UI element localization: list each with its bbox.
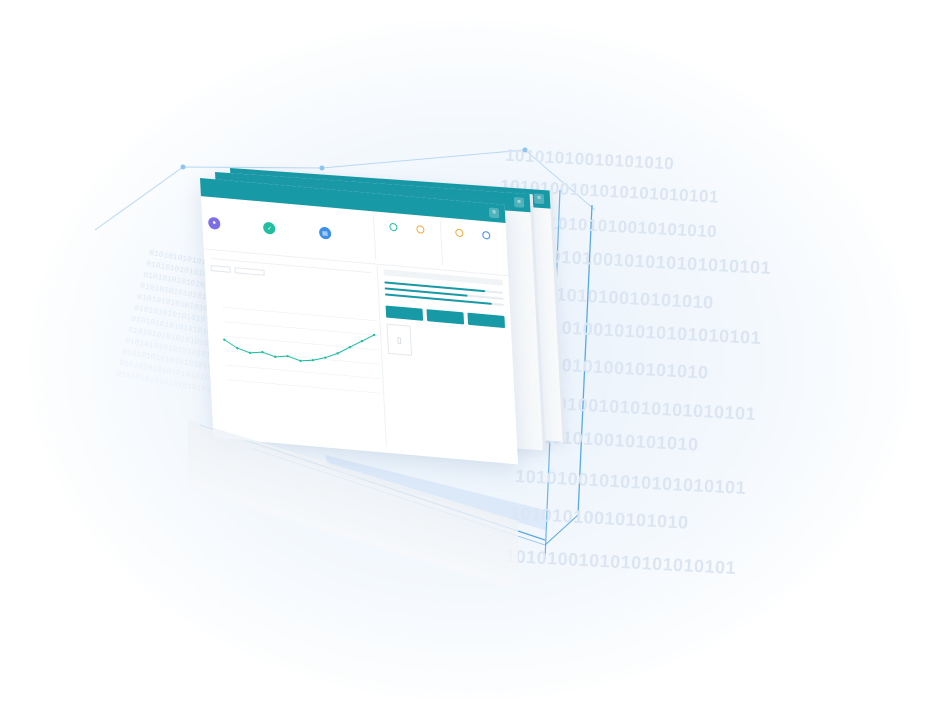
data-point xyxy=(248,351,252,355)
status-ring-icon xyxy=(455,228,464,238)
status-ring-icon xyxy=(389,222,398,232)
data-point xyxy=(261,350,264,354)
grid-line xyxy=(222,306,378,322)
mini-cell xyxy=(416,225,425,234)
line-chart xyxy=(222,306,382,394)
grid-line xyxy=(223,321,379,336)
date-range-select[interactable] xyxy=(234,267,265,276)
data-point xyxy=(274,355,277,359)
side-panel: ▯ xyxy=(377,265,517,458)
data-point xyxy=(299,359,302,363)
progress-track xyxy=(384,293,504,306)
mini-cell xyxy=(455,228,464,238)
mini-panel xyxy=(439,221,503,271)
stat-card: ✓ xyxy=(262,206,314,255)
action-button[interactable] xyxy=(385,305,424,321)
status-ring-icon xyxy=(416,225,425,234)
illustration-stage: 10101010010101010 1010100101010101010101 1… xyxy=(0,0,926,707)
action-button[interactable] xyxy=(467,312,506,329)
data-point xyxy=(311,358,315,362)
data-point xyxy=(324,356,327,359)
dashboard-screen: ≡ ● ✓ ▤ ▯ xyxy=(200,178,519,465)
mini-cell xyxy=(482,230,491,240)
grid-line xyxy=(226,379,382,394)
stat-card: ● xyxy=(207,201,259,250)
progress-row xyxy=(384,293,504,306)
mini-panel xyxy=(373,215,436,265)
network-dot xyxy=(180,164,186,170)
chart-title xyxy=(212,285,373,299)
check-icon: ✓ xyxy=(263,221,276,235)
action-button[interactable] xyxy=(426,309,465,325)
chart-panel xyxy=(203,249,387,446)
document-icon: ▯ xyxy=(386,323,412,356)
user-icon: ● xyxy=(207,216,221,230)
network-dot xyxy=(319,165,325,171)
grid-line xyxy=(224,335,379,351)
filter-row xyxy=(210,265,371,285)
data-point xyxy=(286,354,289,358)
filter-select[interactable] xyxy=(210,265,231,273)
status-ring-icon xyxy=(482,230,491,240)
mini-panel-title xyxy=(445,222,499,227)
hamburger-icon[interactable]: ≡ xyxy=(488,207,500,219)
mini-panel-title xyxy=(379,216,433,221)
data-point xyxy=(236,346,239,350)
grid-line xyxy=(225,364,381,380)
data-point xyxy=(223,338,226,341)
doc-icon: ▤ xyxy=(318,226,332,240)
mini-cell xyxy=(389,222,398,232)
grid-line xyxy=(224,350,380,365)
stat-card: ▤ xyxy=(318,210,370,259)
dashboard-content: ▯ xyxy=(203,249,518,458)
